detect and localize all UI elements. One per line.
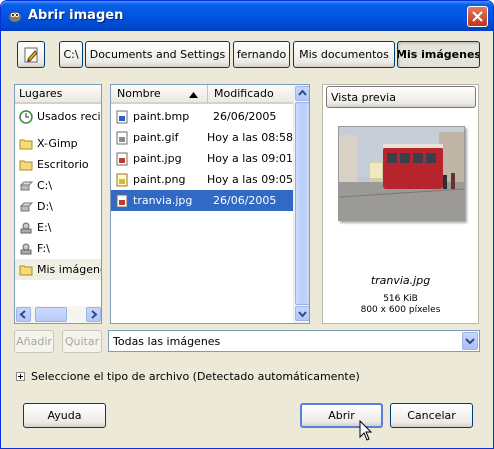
file-row[interactable]: paint.jpg Hoy a las 09:01 (111, 148, 293, 169)
places-item-label: D:\ (37, 200, 53, 213)
mouse-cursor-icon (359, 420, 373, 441)
remove-bookmark-button[interactable]: Quitar (62, 330, 102, 353)
preview-dimensions: 800 x 600 píxeles (360, 305, 441, 315)
gif-file-icon (116, 131, 128, 144)
scroll-up-button[interactable] (295, 86, 309, 101)
places-item-label: E:\ (37, 221, 52, 234)
places-item-label: C:\ (37, 179, 53, 192)
file-modified: Hoy a las 09:01 (207, 152, 293, 165)
file-row[interactable]: paint.png Hoy a las 09:05 (111, 169, 293, 190)
window-title: Abrir imagen (28, 8, 124, 23)
column-header-modified[interactable]: Modificado (208, 85, 296, 104)
drive-icon (19, 181, 33, 190)
preview-header[interactable]: Vista previa (326, 86, 476, 108)
bmp-file-icon (116, 110, 128, 123)
file-list-pane: Nombre Modificado paint.bmp 26/06/2005 p… (110, 84, 310, 324)
file-type-expander-label: Seleccione el tipo de archivo (Detectado… (31, 369, 360, 383)
file-name: paint.gif (133, 131, 179, 144)
jpg-file-icon (116, 152, 128, 165)
cancel-button[interactable]: Cancelar (390, 403, 473, 428)
file-name: tranvia.jpg (133, 194, 193, 207)
preview-title: Vista previa (331, 90, 396, 104)
path-crumb-mis-documentos[interactable]: Mis documentos (293, 41, 395, 68)
places-item-d-drive[interactable]: D:\ (15, 196, 101, 217)
file-type-filter-dropdown-button[interactable] (462, 332, 478, 350)
scroll-thumb[interactable] (295, 102, 309, 305)
sort-ascending-icon (189, 92, 198, 98)
png-file-icon (116, 173, 128, 186)
scroll-right-button[interactable] (86, 307, 101, 322)
places-item-f-drive[interactable]: F:\ (15, 238, 101, 259)
chevron-down-icon (465, 338, 475, 345)
file-modified: Hoy a las 09:05 (207, 173, 293, 186)
file-type-filter-combo[interactable]: Todas las imágenes (108, 330, 480, 352)
jpg-file-icon (116, 194, 128, 207)
scroll-down-button[interactable] (295, 306, 309, 321)
places-header[interactable]: Lugares (15, 85, 101, 104)
places-item-label: Mis imágenes (37, 263, 101, 276)
folder-icon (19, 265, 33, 275)
arrow-right-icon (91, 310, 98, 319)
file-row-selected[interactable]: tranvia.jpg 26/06/2005 (111, 190, 293, 211)
places-item-x-gimp[interactable]: X-Gimp (15, 133, 101, 154)
places-item-label: F:\ (37, 242, 50, 255)
scroll-left-button[interactable] (16, 307, 31, 322)
places-item-e-drive[interactable]: E:\ (15, 217, 101, 238)
edit-location-button[interactable] (17, 41, 45, 68)
add-bookmark-button[interactable]: Añadir (14, 330, 54, 353)
preview-thumbnail (338, 126, 465, 221)
file-type-expander[interactable]: Seleccione el tipo de archivo (Detectado… (16, 368, 360, 384)
file-modified: Hoy a las 08:58 (207, 131, 293, 144)
path-crumb-mis-imagenes[interactable]: Mis imágenes (397, 41, 480, 68)
removable-drive-icon (20, 243, 32, 254)
preview-filename: tranvia.jpg (370, 274, 431, 287)
removable-drive-icon (20, 222, 32, 233)
places-item-label: Usados recien (37, 110, 101, 123)
scroll-thumb[interactable] (35, 307, 67, 322)
file-row[interactable]: paint.bmp 26/06/2005 (111, 106, 293, 127)
places-item-recent[interactable]: Usados recien (15, 106, 101, 127)
gimp-app-icon (9, 12, 21, 22)
preview-panel: Vista previa tranvia.jpg 516 KiB 800 x 6… (322, 84, 479, 324)
column-header-name[interactable]: Nombre (111, 85, 208, 104)
places-item-label: X-Gimp (37, 137, 78, 150)
expand-plus-icon (16, 371, 25, 381)
close-icon (472, 11, 483, 22)
folder-icon (19, 139, 33, 149)
file-modified: 26/06/2005 (213, 194, 277, 207)
title-bar: Abrir imagen (1, 1, 493, 31)
file-name: paint.bmp (133, 110, 190, 123)
file-name: paint.jpg (133, 152, 182, 165)
recent-icon (19, 109, 33, 124)
arrow-down-icon (298, 311, 307, 318)
file-type-filter-value: Todas las imágenes (113, 334, 221, 348)
places-item-mis-imagenes[interactable]: Mis imágenes (15, 259, 101, 280)
places-item-label: Escritorio (37, 158, 89, 171)
file-list-vscrollbar[interactable] (293, 85, 309, 323)
column-header-name-label: Nombre (117, 87, 161, 100)
places-item-escritorio[interactable]: Escritorio (15, 154, 101, 175)
file-name: paint.png (133, 173, 186, 186)
open-image-dialog: Abrir imagen C:\ Documents and Settings … (0, 0, 494, 449)
help-button[interactable]: Ayuda (23, 403, 106, 428)
arrow-left-icon (19, 310, 26, 319)
path-crumb-c[interactable]: C:\ (59, 41, 83, 68)
dialog-body: C:\ Documents and Settings fernando Mis … (4, 31, 490, 447)
places-pane: Lugares Usados recien X-Gimp Escritorio … (14, 84, 102, 324)
file-modified: 26/06/2005 (213, 110, 277, 123)
places-item-c-drive[interactable]: C:\ (15, 175, 101, 196)
arrow-up-icon (298, 89, 307, 96)
path-crumb-fernando[interactable]: fernando (233, 41, 290, 68)
preview-filesize: 516 KiB (383, 294, 418, 304)
folder-icon (19, 160, 33, 170)
file-row[interactable]: paint.gif Hoy a las 08:58 (111, 127, 293, 148)
places-hscrollbar[interactable] (15, 306, 101, 323)
path-crumb-documents-and-settings[interactable]: Documents and Settings (85, 41, 230, 68)
pencil-icon (24, 47, 38, 62)
drive-icon (19, 202, 33, 211)
close-button[interactable] (467, 6, 488, 27)
